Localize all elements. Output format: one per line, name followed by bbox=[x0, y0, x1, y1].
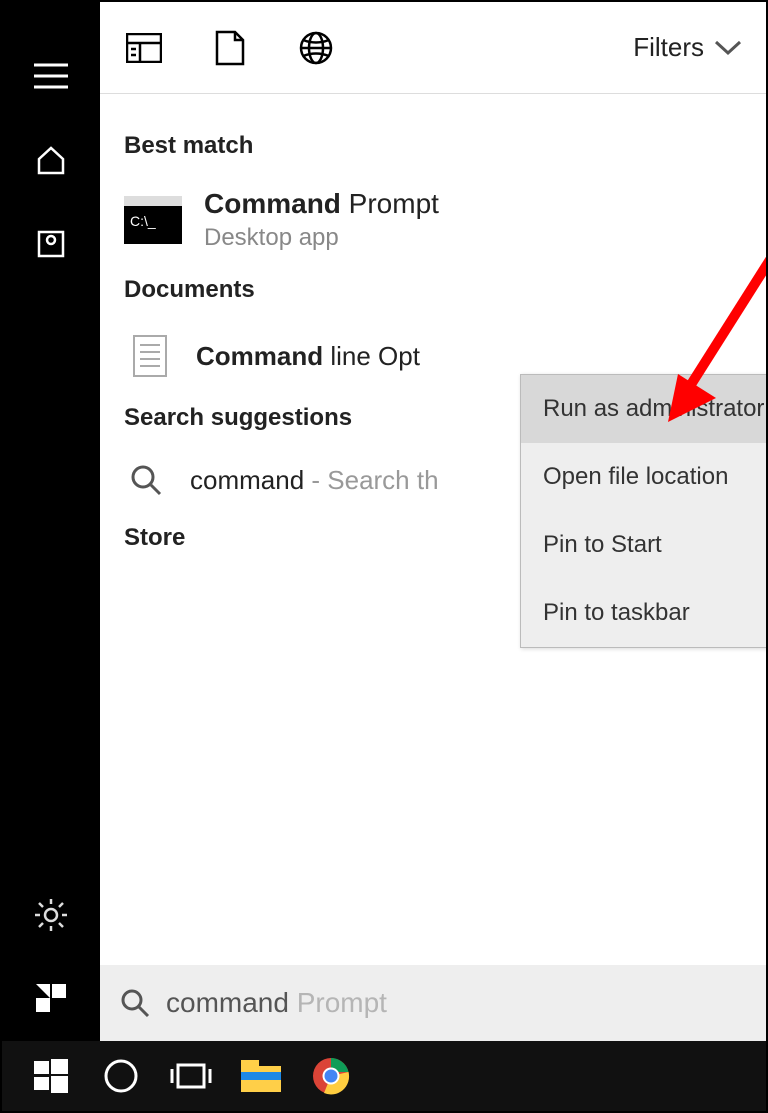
widgets-icon[interactable] bbox=[31, 979, 71, 1019]
start-button[interactable] bbox=[16, 1041, 86, 1111]
filters-label: Filters bbox=[633, 32, 704, 63]
context-menu-pin-to-taskbar[interactable]: Pin to taskbar bbox=[521, 579, 766, 647]
chevron-down-icon bbox=[714, 39, 742, 57]
document-icon bbox=[130, 332, 170, 380]
result-command-prompt[interactable]: C:\_ Command Prompt Desktop app bbox=[124, 178, 742, 262]
start-sidebar bbox=[2, 2, 100, 1041]
chrome-button[interactable] bbox=[296, 1041, 366, 1111]
task-view-button[interactable] bbox=[156, 1041, 226, 1111]
context-menu-pin-to-start[interactable]: Pin to Start bbox=[521, 511, 766, 579]
search-topbar: Filters bbox=[100, 2, 766, 94]
apps-scope-icon[interactable] bbox=[124, 28, 164, 68]
context-menu: Run as administrator Open file location … bbox=[520, 374, 766, 648]
hamburger-icon[interactable] bbox=[31, 56, 71, 96]
cortana-button[interactable] bbox=[86, 1041, 156, 1111]
search-input[interactable]: command Prompt bbox=[100, 965, 766, 1041]
result-title: Command Prompt bbox=[204, 188, 439, 220]
search-icon bbox=[126, 460, 166, 500]
documents-scope-icon[interactable] bbox=[210, 28, 250, 68]
filters-dropdown[interactable]: Filters bbox=[633, 32, 742, 63]
search-icon bbox=[120, 988, 150, 1018]
result-subtitle: Desktop app bbox=[204, 224, 439, 252]
svg-text:C:\_: C:\_ bbox=[130, 213, 156, 229]
file-explorer-button[interactable] bbox=[226, 1041, 296, 1111]
home-icon[interactable] bbox=[31, 140, 71, 180]
search-panel: Filters Best match C:\_ Command Prompt D… bbox=[100, 2, 766, 1041]
search-results: Best match C:\_ Command Prompt Desktop a… bbox=[100, 94, 766, 965]
taskbar bbox=[2, 1041, 766, 1111]
context-menu-open-file-location[interactable]: Open file location bbox=[521, 443, 766, 511]
section-best-match: Best match bbox=[124, 132, 742, 160]
gear-icon[interactable] bbox=[31, 895, 71, 935]
camera-icon[interactable] bbox=[31, 224, 71, 264]
search-query-text: command Prompt bbox=[166, 987, 387, 1019]
result-title: command - Search th bbox=[190, 465, 439, 496]
section-documents: Documents bbox=[124, 276, 742, 304]
web-scope-icon[interactable] bbox=[296, 28, 336, 68]
command-prompt-icon: C:\_ bbox=[124, 191, 182, 249]
context-menu-run-as-admin[interactable]: Run as administrator bbox=[521, 375, 766, 443]
result-title: Command line Opt bbox=[196, 341, 420, 372]
